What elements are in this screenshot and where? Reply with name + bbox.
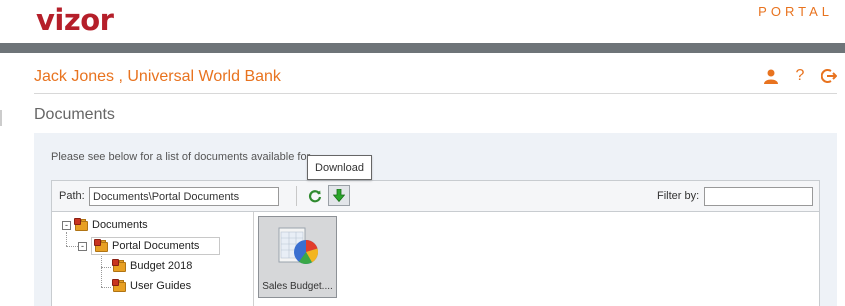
path-input[interactable]	[89, 187, 279, 206]
user-icon[interactable]	[763, 67, 779, 85]
tree-node-user-guides[interactable]: User Guides	[112, 278, 192, 292]
secure-folder-icon	[112, 278, 126, 292]
header-bar	[0, 43, 845, 53]
secure-folder-icon	[94, 238, 108, 252]
intro-text: Please see below for a list of documents…	[51, 151, 311, 163]
vizor-logo: vizor	[36, 3, 114, 37]
tree-connector	[101, 287, 111, 288]
filter-label: Filter by:	[657, 190, 700, 202]
tree-node-portal-documents[interactable]: - Portal Documents	[78, 237, 221, 255]
tree-node-documents[interactable]: - Documents	[62, 217, 148, 231]
pane-divider[interactable]	[253, 212, 254, 306]
help-icon[interactable]: ?	[792, 67, 808, 85]
download-arrow-icon	[333, 189, 345, 202]
page-title: Documents	[34, 106, 115, 123]
divider	[34, 93, 837, 94]
spreadsheet-chart-icon	[278, 227, 319, 265]
toolbar-separator	[296, 186, 297, 206]
tree-node-budget-2018[interactable]: Budget 2018	[112, 258, 193, 272]
tree-connector	[66, 232, 67, 246]
path-label: Path:	[59, 190, 85, 202]
collapse-toggle-icon[interactable]: -	[62, 220, 71, 230]
scroll-marker	[0, 110, 2, 126]
refresh-icon	[309, 189, 322, 202]
file-tile[interactable]: Sales Budget....	[258, 216, 337, 298]
file-name: Sales Budget....	[262, 281, 333, 292]
tree-node-label: Portal Documents	[112, 240, 200, 252]
secure-folder-icon	[112, 258, 126, 272]
download-button[interactable]	[328, 185, 350, 206]
tree-node-label: Budget 2018	[130, 260, 193, 272]
user-title: Jack Jones , Universal World Bank	[34, 68, 281, 85]
collapse-toggle-icon[interactable]: -	[78, 241, 87, 251]
user-actions: ?	[763, 67, 837, 85]
selected-node[interactable]: Portal Documents	[91, 237, 221, 255]
logout-icon[interactable]	[821, 67, 837, 85]
portal-label: PORTAL	[758, 4, 833, 19]
tree-node-label: User Guides	[130, 280, 192, 292]
tree-connector	[101, 267, 111, 268]
secure-folder-icon	[74, 217, 88, 231]
filter-input[interactable]	[704, 187, 813, 206]
tree-connector	[101, 254, 102, 287]
tree-connector	[66, 246, 78, 247]
download-tooltip: Download	[307, 155, 372, 180]
refresh-button[interactable]	[306, 186, 324, 205]
tree-node-label: Documents	[92, 219, 148, 231]
